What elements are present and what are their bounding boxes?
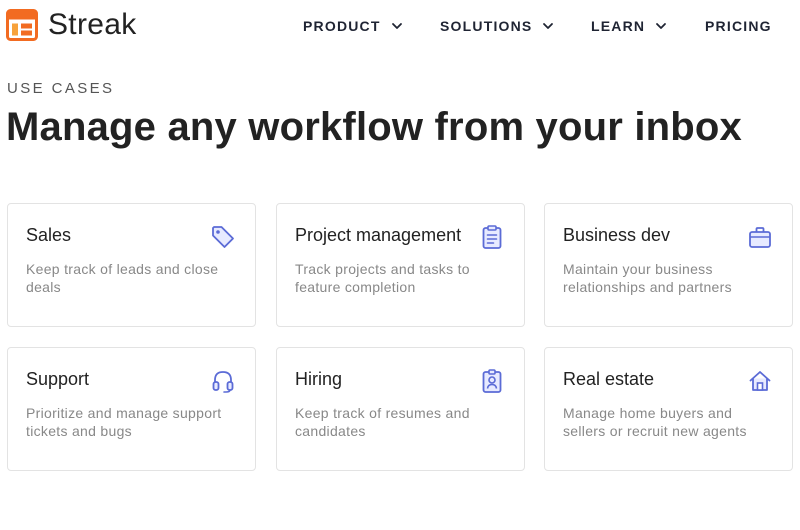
card-description: Prioritize and manage support tickets an… xyxy=(26,405,222,439)
card-description: Manage home buyers and sellers or recrui… xyxy=(563,405,747,439)
nav-item-pricing[interactable]: PRICING xyxy=(705,17,772,35)
chevron-down-icon xyxy=(391,23,402,29)
nav-item-label: PRODUCT xyxy=(303,18,381,34)
site-header: Streak PRODUCT SOLUTIONS LEARN PRICING xyxy=(0,0,800,52)
nav-item-label: SOLUTIONS xyxy=(440,18,533,34)
main-nav: PRODUCT SOLUTIONS LEARN PRICING xyxy=(0,17,800,35)
id-badge-icon xyxy=(479,368,505,394)
card-description: Track projects and tasks to feature comp… xyxy=(295,261,470,295)
use-case-card-support[interactable]: Support Prioritize and manage support ti… xyxy=(7,347,256,471)
use-case-card-project-management[interactable]: Project management Track projects and ta… xyxy=(276,203,525,327)
card-title: Support xyxy=(26,369,90,389)
nav-item-label: PRICING xyxy=(705,18,772,34)
use-case-card-real-estate[interactable]: Real estate Manage home buyers and selle… xyxy=(544,347,793,471)
card-title: Project management xyxy=(295,225,462,245)
section-eyebrow: USE CASES xyxy=(7,80,115,97)
card-description: Keep track of leads and close deals xyxy=(26,261,219,295)
nav-item-solutions[interactable]: SOLUTIONS xyxy=(440,17,554,35)
house-icon xyxy=(747,368,773,394)
card-title: Real estate xyxy=(563,369,655,389)
use-case-card-business-dev[interactable]: Business dev Maintain your business rela… xyxy=(544,203,793,327)
nav-item-learn[interactable]: LEARN xyxy=(591,17,667,35)
card-title: Hiring xyxy=(295,369,343,389)
briefcase-icon xyxy=(747,224,773,250)
clipboard-icon xyxy=(479,224,505,250)
tag-icon xyxy=(210,224,236,250)
use-case-card-hiring[interactable]: Hiring Keep track of resumes and candida… xyxy=(276,347,525,471)
card-title: Sales xyxy=(26,225,72,245)
use-case-card-sales[interactable]: Sales Keep track of leads and close deal… xyxy=(7,203,256,327)
chevron-down-icon xyxy=(656,23,667,29)
headset-icon xyxy=(210,368,236,394)
page-title: Manage any workflow from your inbox xyxy=(6,105,742,149)
card-title: Business dev xyxy=(563,225,671,245)
nav-item-label: LEARN xyxy=(591,18,646,34)
nav-item-product[interactable]: PRODUCT xyxy=(303,17,403,35)
card-description: Maintain your business relationships and… xyxy=(563,261,732,295)
card-description: Keep track of resumes and candidates xyxy=(295,405,470,439)
chevron-down-icon xyxy=(543,23,554,29)
